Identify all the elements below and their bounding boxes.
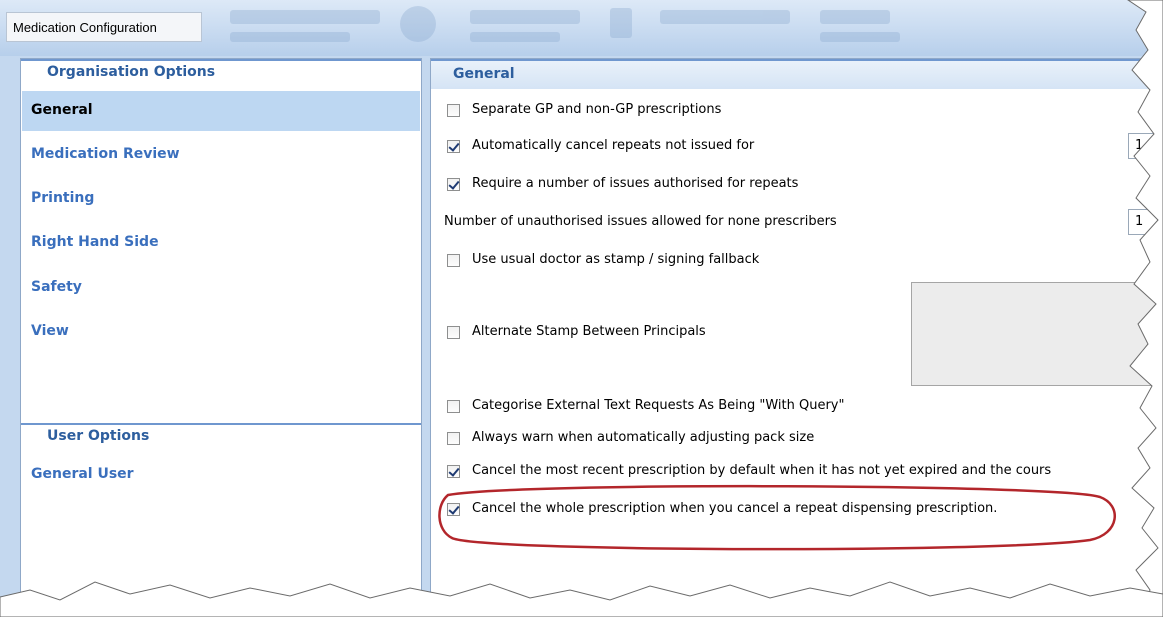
- nav-item-right-hand-side[interactable]: Right Hand Side: [22, 223, 420, 263]
- checkbox[interactable]: [447, 465, 460, 478]
- option-label: Cancel the most recent prescription by d…: [472, 463, 1052, 478]
- option-unauthorised-issues: Number of unauthorised issues allowed fo…: [431, 213, 1163, 235]
- option-label: Alternate Stamp Between Principals: [472, 324, 706, 339]
- option-label: Number of unauthorised issues allowed fo…: [444, 214, 837, 229]
- ribbon-shape: [230, 10, 380, 24]
- option-label: Use usual doctor as stamp / signing fall…: [472, 252, 760, 267]
- option-require-issues[interactable]: Require a number of issues authorised fo…: [431, 175, 1163, 197]
- checkbox[interactable]: [447, 104, 460, 117]
- ribbon-shape: [820, 10, 890, 24]
- ribbon-shape: [400, 6, 436, 42]
- auto-cancel-days-input[interactable]: 1: [1128, 133, 1158, 159]
- options-nav-panel: Organisation Options General Medication …: [20, 58, 422, 617]
- ribbon-shape: [610, 8, 632, 38]
- medication-configuration-window: Medication Configuration Organisation Op…: [0, 0, 1163, 617]
- window-title: Medication Configuration: [6, 12, 202, 42]
- option-label: Separate GP and non-GP prescriptions: [472, 102, 722, 117]
- option-label: Always warn when automatically adjusting…: [472, 430, 815, 445]
- unauthorised-issues-input[interactable]: 1: [1128, 209, 1158, 235]
- checkbox[interactable]: [447, 254, 460, 267]
- nav-item-general-user[interactable]: General User: [22, 455, 420, 495]
- checkbox[interactable]: [447, 400, 460, 413]
- ribbon-shape: [470, 32, 560, 42]
- option-label: Categorise External Text Requests As Bei…: [472, 398, 845, 413]
- organisation-options-header: Organisation Options: [21, 59, 421, 83]
- general-options-panel: General Separate GP and non-GP prescript…: [430, 58, 1163, 617]
- option-label: Cancel the whole prescription when you c…: [472, 501, 998, 516]
- user-options-header: User Options: [21, 423, 421, 447]
- option-cancel-whole[interactable]: Cancel the whole prescription when you c…: [431, 500, 1163, 522]
- checkbox[interactable]: [447, 178, 460, 191]
- ribbon-shape: [660, 10, 790, 24]
- nav-item-printing[interactable]: Printing: [22, 179, 420, 219]
- option-usual-doctor[interactable]: Use usual doctor as stamp / signing fall…: [431, 251, 1163, 273]
- option-cancel-recent[interactable]: Cancel the most recent prescription by d…: [431, 462, 1163, 484]
- nav-item-safety[interactable]: Safety: [22, 268, 420, 308]
- ribbon-shape: [470, 10, 580, 24]
- ribbon-shape: [230, 32, 350, 42]
- option-label: Automatically cancel repeats not issued …: [472, 138, 755, 153]
- checkbox[interactable]: [447, 432, 460, 445]
- option-warn-pack-size[interactable]: Always warn when automatically adjusting…: [431, 429, 1163, 451]
- option-alternate-stamp[interactable]: Alternate Stamp Between Principals: [431, 323, 1163, 345]
- option-label: Require a number of issues authorised fo…: [472, 176, 799, 191]
- checkbox[interactable]: [447, 140, 460, 153]
- nav-item-general[interactable]: General: [22, 91, 420, 131]
- nav-item-view[interactable]: View: [22, 312, 420, 352]
- checkbox[interactable]: [447, 326, 460, 339]
- background-ribbon: [230, 6, 930, 46]
- ribbon-shape: [820, 32, 900, 42]
- content-header: General: [431, 59, 1163, 89]
- nav-item-medication-review[interactable]: Medication Review: [22, 135, 420, 175]
- title-bar: Medication Configuration: [0, 0, 1163, 56]
- checkbox[interactable]: [447, 503, 460, 516]
- option-auto-cancel[interactable]: Automatically cancel repeats not issued …: [431, 137, 1163, 159]
- option-separate-gp[interactable]: Separate GP and non-GP prescriptions: [431, 101, 1163, 123]
- option-categorise-external[interactable]: Categorise External Text Requests As Bei…: [431, 397, 1163, 419]
